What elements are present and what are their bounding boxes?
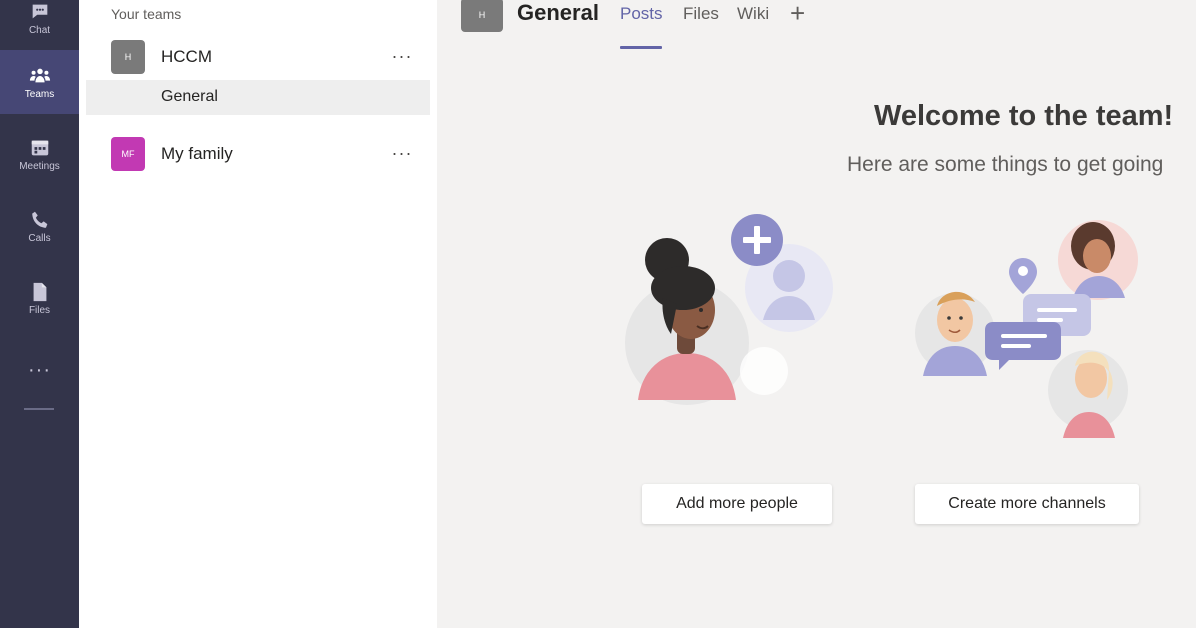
chat-icon	[32, 4, 47, 18]
rail-divider	[24, 408, 54, 410]
team-item-hccm[interactable]: H HCCM ···	[79, 37, 437, 77]
teams-icon	[29, 68, 50, 82]
teams-pane: Your teams H HCCM ··· General MF My fami…	[79, 0, 437, 628]
rail-item-files[interactable]: Files	[0, 266, 79, 330]
your-teams-heading: Your teams	[111, 6, 182, 22]
channel-title: General	[517, 0, 599, 25]
tab-files[interactable]: Files	[683, 4, 719, 24]
add-more-people-button[interactable]: Add more people	[642, 484, 832, 524]
rail-label-meetings: Meetings	[19, 160, 60, 172]
channel-name: General	[161, 88, 218, 105]
rail-item-chat[interactable]: Chat	[0, 0, 79, 50]
rail-label-calls: Calls	[28, 232, 51, 244]
tab-wiki[interactable]: Wiki	[737, 4, 769, 24]
rail-label-teams: Teams	[24, 88, 55, 100]
rail-item-calls[interactable]: Calls	[0, 194, 79, 258]
team-item-my-family[interactable]: MF My family ···	[79, 134, 437, 174]
welcome-title: Welcome to the team!	[874, 100, 1174, 132]
rail-item-meetings[interactable]: Meetings	[0, 122, 79, 186]
more-options-icon[interactable]: ···	[387, 138, 417, 168]
create-more-channels-button[interactable]: Create more channels	[915, 484, 1139, 524]
add-tab-icon[interactable]: +	[790, 0, 805, 29]
channel-main: H General Posts Files Wiki + Welcome to …	[437, 0, 1196, 628]
more-apps-button[interactable]: ···	[0, 352, 79, 388]
tab-posts[interactable]: Posts	[620, 4, 663, 24]
team-avatar: MF	[111, 137, 145, 171]
create-channels-illustration	[915, 220, 1138, 438]
rail-label-files: Files	[28, 304, 51, 316]
team-avatar: H	[111, 40, 145, 74]
team-name: HCCM	[161, 47, 212, 66]
calendar-icon	[31, 140, 48, 155]
app-rail: Chat Teams Meetings Calls Files ···	[0, 0, 79, 628]
active-tab-indicator	[620, 46, 662, 49]
phone-icon	[31, 211, 47, 228]
channel-item-general[interactable]: General	[86, 80, 430, 115]
welcome-subtitle: Here are some things to get going	[847, 153, 1164, 176]
rail-item-teams[interactable]: Teams	[0, 50, 79, 114]
more-options-icon[interactable]: ···	[387, 41, 417, 71]
file-icon	[33, 282, 46, 301]
rail-label-chat: Chat	[28, 24, 51, 36]
team-name: My family	[161, 144, 233, 163]
channel-avatar: H	[461, 0, 503, 32]
add-people-illustration	[625, 214, 833, 405]
